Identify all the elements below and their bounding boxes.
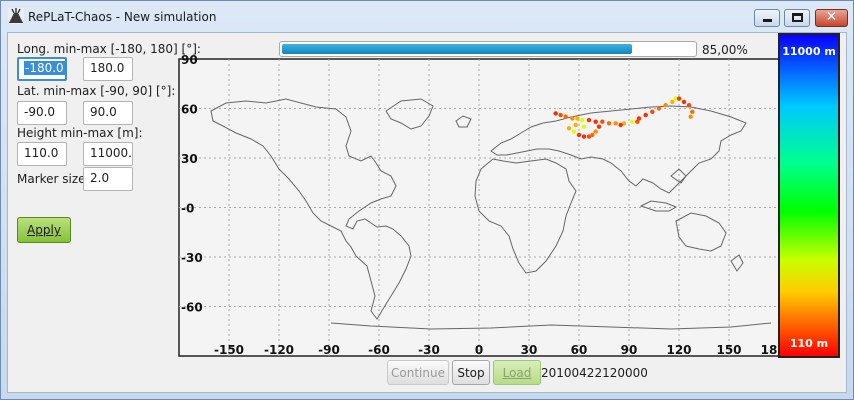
y-tick-label: 60: [181, 103, 198, 117]
marker-size-field[interactable]: 2.0: [83, 167, 133, 191]
x-tick-label: -30: [418, 343, 440, 357]
trajectory-point: [580, 117, 585, 123]
trajectory-point: [576, 132, 582, 138]
trajectory-point: [690, 109, 695, 114]
trajectory-point: [566, 126, 572, 131]
x-tick-label: -60: [368, 343, 390, 357]
main-panel: Long. min-max [-180, 180] [°]: -180.0 18…: [7, 32, 847, 393]
volcano-app-icon: [8, 8, 24, 24]
trajectory-point: [593, 119, 598, 124]
trajectory-point: [663, 103, 668, 108]
x-tick-label: 30: [521, 343, 538, 357]
latitude-label: Lat. min-max [-90, 90] [°]:: [17, 84, 176, 98]
longitude-min-value: -180.0: [24, 61, 65, 75]
colorbar-min-label: 110 m: [789, 337, 829, 350]
title-bar[interactable]: RePLaT-Chaos - New simulation ✕: [1, 1, 853, 32]
trajectory-point: [553, 111, 558, 116]
maximize-icon: [792, 13, 803, 22]
minimize-button[interactable]: [754, 9, 780, 27]
trajectory-point: [650, 109, 655, 114]
stop-button[interactable]: Stop: [452, 360, 490, 385]
trajectory-point: [643, 112, 648, 118]
trajectory-point: [613, 121, 618, 126]
x-tick-label: 60: [571, 343, 588, 357]
x-tick-label: -150: [214, 343, 244, 357]
height-colorbar: 11000 m 110 m: [778, 33, 840, 358]
y-tick-label: 30: [181, 152, 198, 166]
trajectory-point: [558, 112, 563, 118]
trajectory-point: [600, 119, 605, 124]
latitude-max-field[interactable]: 90.0: [83, 101, 133, 125]
trajectory-point: [618, 122, 623, 128]
y-tick-label: -30: [181, 251, 203, 265]
trajectory-point: [681, 99, 687, 105]
trajectory-point: [635, 119, 640, 124]
trajectory-point: [571, 129, 577, 134]
longitude-min-field[interactable]: -180.0: [17, 57, 67, 81]
latitude-min-field[interactable]: -90.0: [17, 101, 67, 125]
trajectory-point: [581, 124, 587, 129]
trajectory-point: [606, 121, 612, 126]
app-window: RePLaT-Chaos - New simulation ✕ Long. mi…: [0, 0, 854, 400]
close-icon: ✕: [825, 9, 838, 25]
height-label: Height min-max [m]:: [17, 126, 143, 140]
trajectory-point: [563, 114, 568, 119]
height-max-field[interactable]: 11000.: [83, 142, 133, 166]
longitude-max-field[interactable]: 180.0: [83, 57, 133, 81]
x-tick-label: 18: [761, 343, 778, 357]
trajectory-point: [676, 96, 682, 101]
x-tick-label: 90: [621, 343, 638, 357]
trajectory-point: [573, 122, 578, 128]
trajectory-point: [581, 134, 587, 139]
trajectory-point: [670, 99, 675, 105]
world-map-plot: -150 -120 -90 -60 -30 0 30 60 90 120 150 18 90 60 30 -…: [178, 53, 780, 357]
load-button[interactable]: Load: [493, 360, 541, 385]
trajectory-point: [630, 119, 635, 124]
y-tick-label: -60: [181, 301, 203, 315]
x-tick-label: -90: [318, 343, 340, 357]
x-tick-label: 150: [716, 343, 741, 357]
trajectory-point: [575, 116, 580, 121]
trajectory-point: [596, 124, 602, 129]
trajectory-point: [656, 106, 662, 111]
x-tick-label: 120: [666, 343, 691, 357]
x-tick-label: 0: [475, 343, 483, 357]
trajectory-point: [686, 103, 692, 108]
colorbar-max-label: 11000 m: [782, 45, 836, 58]
maximize-button[interactable]: [784, 9, 810, 27]
x-tick-label: -120: [264, 343, 294, 357]
window-title: RePLaT-Chaos - New simulation: [28, 10, 217, 24]
y-tick-label: -0: [181, 202, 194, 216]
close-button[interactable]: ✕: [815, 9, 848, 27]
continue-button[interactable]: Continue: [387, 360, 449, 385]
trajectory-point: [688, 114, 693, 119]
trajectory-point: [570, 116, 575, 121]
trajectory-point: [590, 132, 595, 138]
simulation-timestamp: 20100422120000: [541, 366, 648, 380]
height-min-field[interactable]: 110.0: [17, 142, 67, 166]
y-tick-label: 90: [181, 53, 198, 67]
trajectory-point: [593, 129, 598, 134]
minimize-icon: [763, 19, 772, 22]
trajectory-point: [586, 117, 592, 123]
marker-size-label: Marker size:: [17, 172, 90, 186]
apply-button[interactable]: Apply: [17, 217, 71, 243]
